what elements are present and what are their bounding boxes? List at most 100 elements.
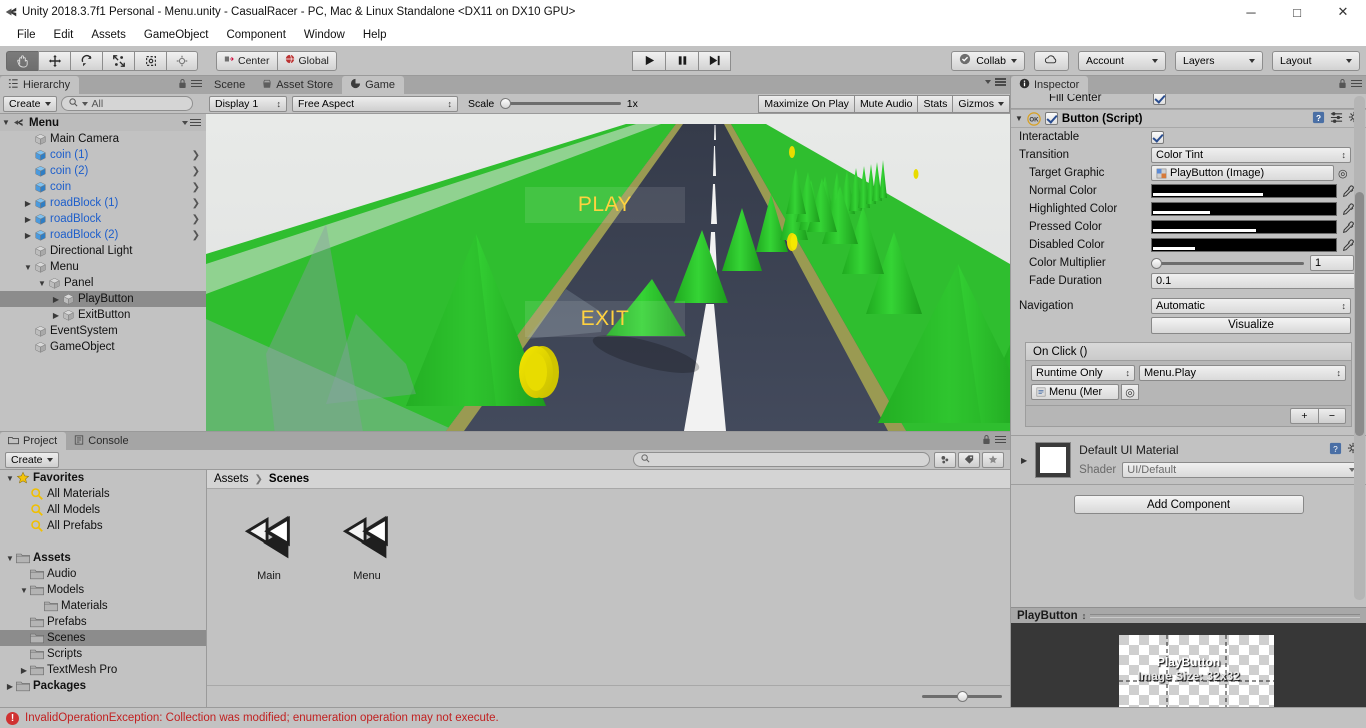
preview-header[interactable]: PlayButton ↕ bbox=[1011, 607, 1366, 623]
search-by-label-button[interactable] bbox=[958, 451, 980, 468]
hierarchy-item-coin[interactable]: coin ❯ bbox=[0, 179, 206, 195]
display-dropdown[interactable]: Display 1 bbox=[209, 95, 287, 112]
prefab-arrow-icon[interactable]: ❯ bbox=[192, 198, 200, 209]
scale-slider[interactable] bbox=[500, 97, 621, 111]
tab-game[interactable]: Game bbox=[342, 76, 405, 94]
menu-help[interactable]: Help bbox=[354, 27, 396, 43]
prefab-arrow-icon[interactable]: ❯ bbox=[192, 182, 200, 193]
fold-icon[interactable]: ▶ bbox=[22, 215, 34, 224]
hierarchy-item-playbutton[interactable]: ▶ PlayButton bbox=[0, 291, 206, 307]
hierarchy-item-menu[interactable]: ▼ Menu bbox=[0, 259, 206, 275]
lock-icon[interactable] bbox=[1338, 78, 1347, 89]
rect-tool-icon[interactable] bbox=[134, 50, 166, 71]
gameview-menu-icon[interactable] bbox=[995, 78, 1006, 86]
game-play-button[interactable]: PLAY bbox=[525, 187, 685, 223]
rotate-tool-icon[interactable] bbox=[70, 50, 102, 71]
maximize-button[interactable]: □ bbox=[1274, 0, 1320, 24]
fold-icon[interactable]: ▶ bbox=[18, 666, 30, 675]
gameview-options-caret-icon[interactable] bbox=[985, 79, 991, 84]
onclick-add-button[interactable]: + bbox=[1290, 408, 1318, 424]
tab-inspector[interactable]: Inspector bbox=[1011, 76, 1089, 94]
hierarchy-item-coin-2[interactable]: coin (2) ❯ bbox=[0, 163, 206, 179]
lock-icon[interactable] bbox=[982, 434, 991, 445]
game-exit-button[interactable]: EXIT bbox=[525, 301, 685, 337]
project-item-all-prefabs[interactable]: All Prefabs bbox=[0, 518, 206, 534]
fold-icon[interactable]: ▼ bbox=[4, 474, 16, 483]
transform-tool-icon[interactable] bbox=[166, 50, 198, 71]
mute-audio-toggle[interactable]: Mute Audio bbox=[853, 94, 918, 113]
project-item-all-models[interactable]: All Models bbox=[0, 502, 206, 518]
hand-tool-icon[interactable] bbox=[6, 50, 38, 71]
fold-icon[interactable]: ▼ bbox=[36, 279, 48, 288]
breadcrumb-assets[interactable]: Assets bbox=[214, 473, 249, 485]
minimize-button[interactable]: ─ bbox=[1228, 0, 1274, 24]
tab-project[interactable]: Project bbox=[0, 432, 67, 450]
fill-center-checkbox[interactable] bbox=[1153, 94, 1166, 105]
hierarchy-item-gameobject[interactable]: GameObject bbox=[0, 339, 206, 355]
fade-duration-field[interactable]: 0.1 bbox=[1151, 273, 1356, 289]
pivot-mode-button[interactable]: Center bbox=[216, 50, 277, 71]
scene-context-menu-icon[interactable] bbox=[182, 118, 201, 127]
project-create-button[interactable]: Create bbox=[5, 451, 59, 468]
disabled-color-swatch[interactable] bbox=[1151, 238, 1337, 252]
button-script-enabled-checkbox[interactable] bbox=[1044, 112, 1058, 125]
object-picker-icon[interactable]: ◎ bbox=[1338, 167, 1348, 180]
hierarchy-item-roadblock-1[interactable]: ▶ roadBlock (1) ❯ bbox=[0, 195, 206, 211]
inspector-menu-icon[interactable] bbox=[1351, 79, 1362, 88]
hierarchy-item-coin-1[interactable]: coin (1) ❯ bbox=[0, 147, 206, 163]
hierarchy-item-roadblock-2[interactable]: ▶ roadBlock (2) ❯ bbox=[0, 227, 206, 243]
fold-icon[interactable]: ▼ bbox=[22, 263, 34, 272]
project-item-scripts[interactable]: Scripts bbox=[0, 646, 206, 662]
cloud-button[interactable] bbox=[1034, 50, 1069, 71]
tab-scene[interactable]: Scene bbox=[206, 76, 255, 94]
menu-window[interactable]: Window bbox=[295, 27, 354, 43]
menu-component[interactable]: Component bbox=[217, 27, 294, 43]
scale-tool-icon[interactable] bbox=[102, 50, 134, 71]
move-tool-icon[interactable] bbox=[38, 50, 70, 71]
add-component-button[interactable]: Add Component bbox=[1073, 495, 1304, 514]
maximize-on-play-toggle[interactable]: Maximize On Play bbox=[758, 94, 854, 113]
search-by-type-button[interactable] bbox=[934, 451, 956, 468]
visualize-button[interactable]: Visualize bbox=[1151, 316, 1351, 334]
hierarchy-item-eventsystem[interactable]: EventSystem bbox=[0, 323, 206, 339]
layout-button[interactable]: Layout bbox=[1272, 50, 1360, 71]
aspect-dropdown[interactable]: Free Aspect bbox=[292, 95, 458, 112]
tab-asset-store[interactable]: Asset Store bbox=[254, 76, 343, 94]
pressed-color-swatch[interactable] bbox=[1151, 220, 1337, 234]
hierarchy-menu-icon[interactable] bbox=[191, 79, 202, 88]
project-item-prefabs[interactable]: Prefabs bbox=[0, 614, 206, 630]
project-item-packages[interactable]: ▶ Packages bbox=[0, 678, 206, 694]
target-graphic-field[interactable]: PlayButton (Image) bbox=[1151, 165, 1334, 181]
object-picker-icon[interactable]: ◎ bbox=[1121, 384, 1139, 400]
project-item-textmesh-pro[interactable]: ▶ TextMesh Pro bbox=[0, 662, 206, 678]
collab-button[interactable]: Collab bbox=[951, 50, 1025, 71]
navigation-dropdown[interactable]: Automatic bbox=[1151, 298, 1351, 314]
tab-console[interactable]: Console bbox=[66, 432, 138, 450]
menu-assets[interactable]: Assets bbox=[82, 27, 135, 43]
prefab-arrow-icon[interactable]: ❯ bbox=[192, 166, 200, 177]
button-script-component-header[interactable]: ▼ OK Button (Script) ? bbox=[1011, 109, 1366, 128]
account-button[interactable]: Account bbox=[1078, 50, 1166, 71]
close-button[interactable]: ✕ bbox=[1320, 0, 1366, 24]
status-bar[interactable]: ! InvalidOperationException: Collection … bbox=[0, 707, 1366, 728]
hierarchy-item-panel[interactable]: ▼ Panel bbox=[0, 275, 206, 291]
fold-icon[interactable]: ▶ bbox=[50, 311, 62, 320]
onclick-mode-dropdown[interactable]: Runtime Only bbox=[1031, 365, 1135, 381]
fold-icon[interactable]: ▶ bbox=[22, 231, 34, 240]
hierarchy-item-main-camera[interactable]: Main Camera bbox=[0, 131, 206, 147]
menu-gameobject[interactable]: GameObject bbox=[135, 27, 218, 43]
breadcrumb-scenes[interactable]: Scenes bbox=[269, 473, 309, 485]
fold-icon[interactable]: ▼ bbox=[4, 554, 16, 563]
project-item-assets[interactable]: ▼ Assets bbox=[0, 550, 206, 566]
fold-icon[interactable]: ▼ bbox=[18, 586, 30, 595]
color-multiplier-slider[interactable] bbox=[1151, 256, 1304, 270]
material-fold-icon[interactable]: ▶ bbox=[1021, 456, 1027, 465]
transition-dropdown[interactable]: Color Tint bbox=[1151, 147, 1351, 163]
component-fold-icon[interactable]: ▼ bbox=[1015, 114, 1023, 123]
lock-icon[interactable] bbox=[178, 78, 187, 89]
gizmos-button[interactable]: Gizmos bbox=[952, 94, 1011, 113]
help-icon[interactable]: ? bbox=[1329, 442, 1342, 458]
hierarchy-scene-root[interactable]: ▼ Menu bbox=[0, 114, 206, 131]
hierarchy-item-directional-light[interactable]: Directional Light bbox=[0, 243, 206, 259]
highlighted-color-swatch[interactable] bbox=[1151, 202, 1337, 216]
